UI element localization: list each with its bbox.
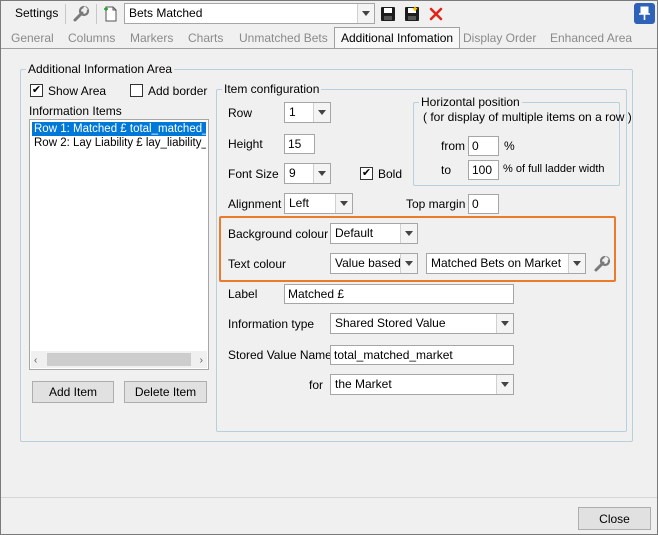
information-items-label: Information Items (29, 104, 122, 118)
horizontal-position-subtitle: ( for display of multiple items on a row… (423, 110, 632, 124)
stored-value-name-input[interactable]: total_matched_market (330, 345, 514, 365)
information-items-list[interactable]: Row 1: Matched £ total_matched_market Ro… (29, 119, 209, 370)
to-input[interactable]: 100 (468, 160, 499, 180)
tab-columns[interactable]: Columns (68, 30, 115, 48)
height-input[interactable]: 15 (284, 134, 315, 154)
background-colour-label: Background colour (228, 227, 329, 241)
close-button[interactable]: Close (578, 507, 651, 530)
background-colour-value: Default (335, 226, 374, 240)
for-label: for (309, 378, 324, 392)
font-size-select[interactable]: 9 (284, 163, 331, 184)
tab-additional-information[interactable]: Additional Infomation (334, 27, 461, 49)
settings-window: Settings Bets Matched General Columns Ma… (0, 0, 658, 535)
row-label: Row (228, 106, 253, 120)
chevron-down-icon[interactable] (400, 254, 417, 273)
new-document-icon[interactable] (101, 4, 121, 24)
chevron-down-icon[interactable] (313, 103, 330, 122)
alignment-value: Left (289, 196, 310, 210)
font-size-label: Font Size (228, 167, 279, 181)
font-size-value: 9 (289, 166, 296, 180)
tab-enhanced-area[interactable]: Enhanced Area (550, 30, 632, 48)
profile-combo[interactable]: Bets Matched (124, 3, 375, 24)
tab-display-order[interactable]: Display Order (463, 30, 536, 48)
settings-label: Settings (15, 6, 59, 20)
add-border-label: Add border (148, 84, 208, 98)
chevron-down-icon[interactable] (313, 164, 330, 183)
show-area-label: Show Area (48, 84, 107, 98)
wrench-icon[interactable] (71, 4, 91, 24)
scrollbar-thumb[interactable] (47, 353, 191, 366)
chevron-down-icon[interactable] (400, 224, 417, 243)
delete-icon[interactable] (426, 4, 446, 24)
pin-icon[interactable] (634, 3, 655, 24)
list-item[interactable]: Row 2: Lay Liability £ lay_liability_mar… (32, 136, 206, 150)
horizontal-position-title: Horizontal position (419, 95, 522, 109)
information-type-value: Shared Stored Value (335, 316, 446, 330)
additional-info-area-title: Additional Information Area (26, 62, 175, 76)
to-label: to (441, 163, 452, 177)
top-margin-input[interactable]: 0 (468, 194, 499, 214)
save-icon[interactable] (378, 4, 398, 24)
top-margin-label: Top margin (406, 197, 466, 211)
add-border-checkbox[interactable] (130, 84, 143, 97)
row-select[interactable]: 1 (284, 102, 331, 123)
tab-markers[interactable]: Markers (130, 30, 173, 48)
text-colour-mode-value: Value based (335, 256, 401, 270)
chevron-down-icon[interactable] (568, 254, 585, 273)
toolbar: Settings Bets Matched (1, 1, 657, 27)
horizontal-scrollbar[interactable]: ‹ › (31, 351, 207, 368)
to-unit: % of full ladder width (503, 163, 605, 175)
label-label: Label (228, 287, 258, 301)
from-unit: % (504, 139, 515, 153)
footer-divider (1, 497, 657, 498)
tab-divider (1, 48, 657, 49)
text-colour-source-value: Matched Bets on Market (431, 256, 562, 270)
toolbar-separator (65, 4, 66, 24)
chevron-down-icon[interactable] (335, 194, 352, 213)
check-icon: ✔ (361, 167, 372, 179)
from-label: from (441, 139, 465, 153)
add-item-button[interactable]: Add Item (32, 381, 114, 403)
tab-general[interactable]: General (11, 30, 54, 48)
alignment-select[interactable]: Left (284, 193, 353, 214)
tab-unmatched-bets[interactable]: Unmatched Bets (239, 30, 328, 48)
for-select[interactable]: the Market (330, 374, 514, 395)
tab-charts[interactable]: Charts (188, 30, 223, 48)
scroll-left-icon[interactable]: ‹ (34, 355, 37, 366)
tab-strip: General Columns Markers Charts Unmatched… (1, 27, 657, 49)
height-label: Height (228, 137, 263, 151)
chevron-down-icon[interactable] (496, 375, 513, 394)
text-colour-mode-select[interactable]: Value based (330, 253, 418, 274)
background-colour-select[interactable]: Default (330, 223, 418, 244)
delete-item-button[interactable]: Delete Item (124, 381, 207, 403)
information-type-label: Information type (228, 317, 315, 331)
scroll-right-icon[interactable]: › (200, 355, 203, 366)
list-item[interactable]: Row 1: Matched £ total_matched_market (32, 122, 206, 136)
information-type-select[interactable]: Shared Stored Value (330, 313, 514, 334)
bold-label: Bold (378, 167, 403, 181)
alignment-label: Alignment (228, 197, 282, 211)
from-input[interactable]: 0 (468, 136, 499, 156)
label-input[interactable]: Matched £ (284, 284, 514, 304)
check-icon: ✔ (31, 84, 42, 96)
show-area-checkbox[interactable]: ✔ (30, 84, 43, 97)
bold-checkbox[interactable]: ✔ (360, 167, 373, 180)
row-select-value: 1 (289, 105, 296, 119)
wrench-icon[interactable] (592, 254, 612, 274)
stored-value-name-label: Stored Value Name (228, 348, 332, 362)
chevron-down-icon[interactable] (496, 314, 513, 333)
profile-combo-value: Bets Matched (129, 6, 203, 20)
text-colour-source-select[interactable]: Matched Bets on Market (426, 253, 586, 274)
item-configuration-title: Item configuration (222, 82, 322, 96)
text-colour-label: Text colour (228, 257, 287, 271)
chevron-down-icon[interactable] (357, 4, 374, 23)
save-as-icon[interactable] (402, 4, 422, 24)
toolbar-separator (96, 4, 97, 24)
for-value: the Market (335, 377, 392, 391)
